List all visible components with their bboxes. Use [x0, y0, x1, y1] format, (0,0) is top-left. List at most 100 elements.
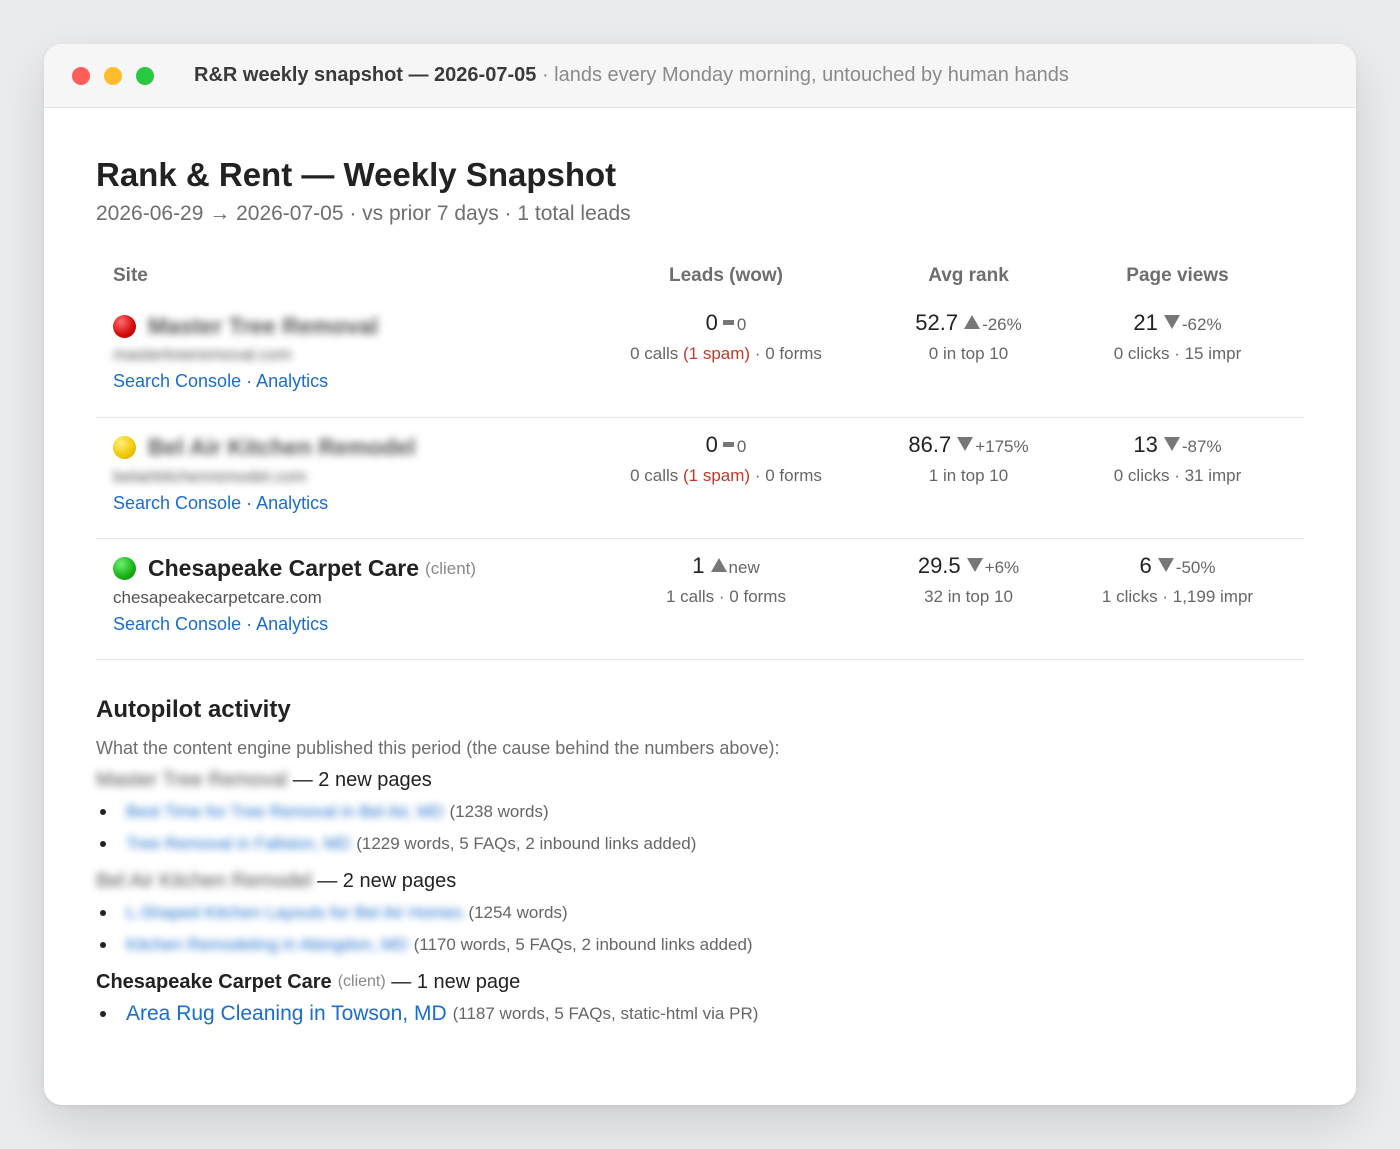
- page-meta: (1238 words): [449, 801, 549, 821]
- column-header-rank: Avg rank: [928, 265, 1009, 286]
- leads-calls: 0 calls: [630, 465, 679, 485]
- leads-detail: 1 calls · 0 forms: [666, 586, 786, 606]
- down-triangle-icon: [1157, 557, 1174, 572]
- leads-forms: · 0 forms: [754, 465, 822, 485]
- leads-cell: 00 0 calls (1 spam) · 0 forms: [566, 417, 886, 539]
- group-page-count: — 2 new pages: [292, 768, 432, 791]
- autopilot-group: Master Tree Removal — 2 new pages: [96, 769, 1304, 792]
- site-domain: chesapeakecarpetcare.com: [113, 587, 322, 607]
- page-link[interactable]: Tree Removal in Fallston, MD: [126, 834, 350, 854]
- group-page-count: — 1 new page: [391, 970, 521, 993]
- flat-change-icon: [722, 441, 734, 447]
- pageviews-detail: 0 clicks · 15 impr: [1113, 344, 1242, 363]
- group-page-list: Best Time for Tree Removal in Bel Air, M…: [96, 796, 1304, 860]
- pageviews-cell: 6 -50% 1 clicks · 1,199 impr: [1051, 538, 1304, 660]
- autopilot-description: What the content engine published this p…: [96, 737, 780, 758]
- page-meta: (1254 words): [468, 902, 568, 922]
- page-link[interactable]: Kitchen Remodeling in Abingdon, MD: [126, 935, 408, 955]
- title-bar: R&R weekly snapshot — 2026-07-05 · lands…: [44, 44, 1356, 108]
- bullet-icon: [100, 909, 106, 916]
- pageviews-value: 6: [1139, 552, 1152, 578]
- rank-detail: 1 in top 10: [928, 465, 1009, 485]
- rank-cell: 52.7 -26% 0 in top 10: [886, 296, 1051, 418]
- site-links: Search Console · Analytics: [113, 371, 566, 392]
- bullet-icon: [100, 808, 106, 815]
- rank-value: 29.5: [917, 552, 961, 578]
- site-name: Master Tree Removal: [148, 312, 379, 339]
- leads-change: 0: [736, 436, 747, 456]
- bullet-icon: [100, 941, 106, 948]
- page-meta: (1187 words, 5 FAQs, static-html via PR): [452, 1003, 759, 1023]
- page-link[interactable]: Best Time for Tree Removal in Bel Air, M…: [126, 802, 443, 822]
- status-yellow-indicator: [113, 436, 136, 459]
- search-console-link[interactable]: Search Console: [113, 614, 241, 634]
- rank-detail: 0 in top 10: [928, 344, 1009, 363]
- pageviews-detail: 1 clicks · 1,199 impr: [1101, 586, 1254, 606]
- leads-value: 0: [705, 431, 718, 457]
- leads-forms: · 0 forms: [754, 344, 822, 363]
- leads-value: 0: [705, 310, 718, 335]
- list-item: Best Time for Tree Removal in Bel Air, M…: [96, 796, 1304, 828]
- pageviews-detail: 0 clicks · 31 impr: [1113, 465, 1242, 485]
- report-subtitle: 2026-06-29 → 2026-07-05 · vs prior 7 day…: [96, 202, 631, 225]
- status-red-indicator: [113, 314, 136, 338]
- page-link[interactable]: Area Rug Cleaning in Towson, MD: [126, 1002, 447, 1026]
- report-content: Rank & Rent — Weekly Snapshot 2026-06-29…: [96, 152, 1304, 1030]
- pageviews-cell: 13 -87% 0 clicks · 31 impr: [1051, 417, 1304, 539]
- leads-change: 0: [736, 315, 747, 334]
- rank-cell: 29.5 +6% 32 in top 10: [886, 538, 1051, 660]
- leads-cell: 00 0 calls (1 spam) · 0 forms: [566, 296, 886, 418]
- leads-value: 1: [692, 552, 705, 578]
- report-heading: Rank & Rent — Weekly Snapshot: [96, 156, 617, 193]
- pageviews-change: -87%: [1181, 436, 1222, 456]
- site-cell: Chesapeake Carpet Care (client) chesapea…: [96, 538, 566, 660]
- leads-spam: (1 spam): [683, 465, 751, 485]
- flat-change-icon: [722, 320, 734, 325]
- window-title-main: R&R weekly snapshot — 2026-07-05: [194, 64, 537, 86]
- search-console-link[interactable]: Search Console: [113, 371, 241, 391]
- site-domain: belairkitchenremodel.com: [113, 466, 307, 486]
- window-title: R&R weekly snapshot — 2026-07-05 · lands…: [194, 64, 1069, 87]
- bullet-icon: [100, 1010, 106, 1017]
- column-header-site: Site: [113, 265, 148, 286]
- analytics-link[interactable]: Analytics: [256, 493, 328, 513]
- up-triangle-icon: [964, 315, 981, 329]
- autopilot-heading: Autopilot activity: [96, 695, 291, 723]
- link-separator: ·: [241, 492, 257, 513]
- group-page-count: — 2 new pages: [317, 869, 457, 892]
- client-tag: (client): [425, 558, 477, 578]
- client-tag: (client): [337, 973, 386, 990]
- leads-calls: 0 calls: [630, 344, 679, 363]
- pageviews-value: 13: [1133, 431, 1158, 457]
- status-green-indicator: [113, 557, 136, 580]
- group-site-name: Chesapeake Carpet Care: [96, 970, 332, 993]
- search-console-link[interactable]: Search Console: [113, 493, 241, 513]
- leads-detail: 0 calls (1 spam) · 0 forms: [566, 466, 886, 486]
- site-cell: Master Tree Removal mastertreeremoval.co…: [96, 296, 566, 418]
- page-meta: (1170 words, 5 FAQs, 2 inbound links add…: [413, 934, 753, 954]
- site-cell: Bel Air Kitchen Remodel belairkitchenrem…: [96, 417, 566, 539]
- rank-change: +6%: [984, 557, 1020, 577]
- close-window-button[interactable]: [72, 66, 90, 85]
- column-header-leads: Leads (wow): [668, 265, 783, 286]
- rank-detail: 32 in top 10: [924, 586, 1013, 606]
- list-item: Tree Removal in Fallston, MD (1229 words,…: [96, 828, 1304, 860]
- minimize-window-button[interactable]: [104, 66, 122, 85]
- maximize-window-button[interactable]: [136, 66, 154, 85]
- analytics-link[interactable]: Analytics: [256, 614, 328, 634]
- link-separator: ·: [241, 371, 257, 391]
- page-link[interactable]: L-Shaped Kitchen Layouts for Bel Air Hom…: [126, 903, 462, 923]
- page-meta: (1229 words, 5 FAQs, 2 inbound links add…: [356, 833, 697, 853]
- site-links: Search Console · Analytics: [113, 493, 566, 514]
- site-name: Chesapeake Carpet Care: [148, 555, 420, 581]
- autopilot-group: Bel Air Kitchen Remodel — 2 new pages: [96, 870, 1304, 893]
- analytics-link[interactable]: Analytics: [256, 371, 328, 391]
- list-item: Area Rug Cleaning in Towson, MD (1187 wor…: [96, 998, 1304, 1030]
- report-window: R&R weekly snapshot — 2026-07-05 · lands…: [44, 44, 1356, 1105]
- leads-detail: 0 calls (1 spam) · 0 forms: [566, 344, 886, 364]
- group-site-name: Bel Air Kitchen Remodel: [96, 869, 312, 892]
- leads-spam: (1 spam): [683, 344, 751, 363]
- site-name: Bel Air Kitchen Remodel: [148, 434, 416, 460]
- group-page-list: Area Rug Cleaning in Towson, MD (1187 wor…: [96, 998, 1304, 1030]
- up-triangle-icon: [710, 557, 727, 572]
